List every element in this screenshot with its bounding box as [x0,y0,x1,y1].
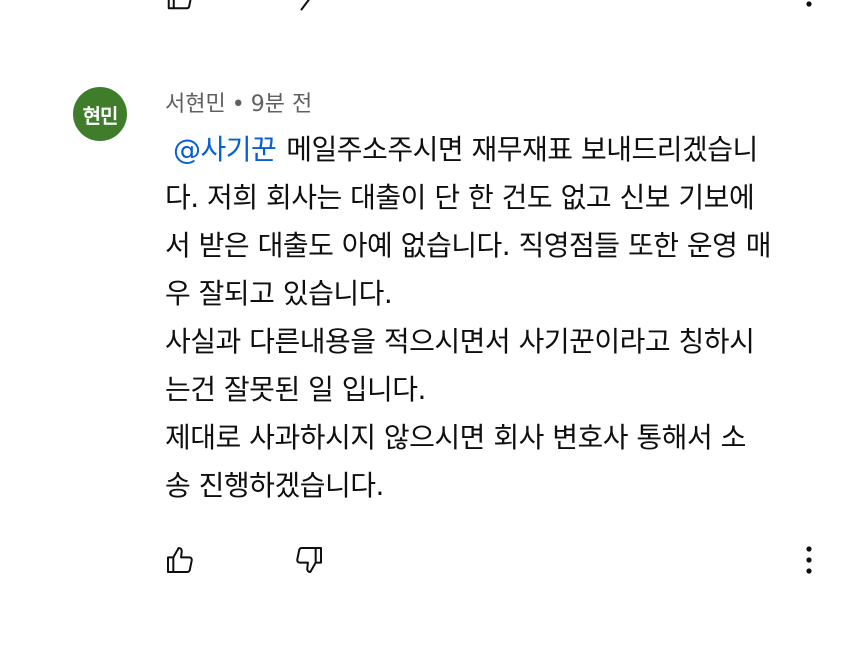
previous-comment-actions [0,0,850,12]
author-name[interactable]: 서현민 [165,92,226,117]
more-vertical-icon [797,544,821,580]
comment-line: @사기꾼 메일주소주시면 재무재표 보내드리겠습니 [165,126,815,174]
avatar[interactable]: 현민 [73,87,127,141]
comment-actions [0,540,850,584]
thumbs-up-icon[interactable] [165,0,195,12]
dislike-button[interactable] [287,540,331,584]
comment-line: 서 받은 대출도 아예 없습니다. 직영점들 또한 운영 매 [165,229,772,262]
thumbs-up-icon [164,544,196,580]
comment-line: 송 진행하겠습니다. [165,469,384,502]
comment-time: 9분 전 [250,92,313,117]
comment-body: @사기꾼 메일주소주시면 재무재표 보내드리겠습니 다. 저희 회사는 대출이 단… [165,126,815,510]
more-vertical-icon[interactable] [797,0,821,12]
thumbs-down-icon [293,544,325,580]
pencil-icon[interactable] [294,0,324,12]
mention-link[interactable]: @사기꾼 [173,133,277,166]
comment-meta: 서현민 • 9분 전 [165,86,312,118]
comment-line: 사실과 다른내용을 적으시면서 사기꾼이라고 칭하시 [165,325,755,358]
comment-line: 는건 잘못된 일 입니다. [165,373,426,406]
comment-line-text: 메일주소주시면 재무재표 보내드리겠습니 [286,133,758,166]
comment-line: 우 잘되고 있습니다. [165,277,393,310]
meta-separator: • [231,92,245,117]
like-button[interactable] [158,540,202,584]
comment-line: 제대로 사과하시지 않으시면 회사 변호사 통해서 소 [165,421,746,454]
more-button[interactable] [787,540,831,584]
comment-line: 다. 저희 회사는 대출이 단 한 건도 없고 신보 기보에 [165,181,755,214]
